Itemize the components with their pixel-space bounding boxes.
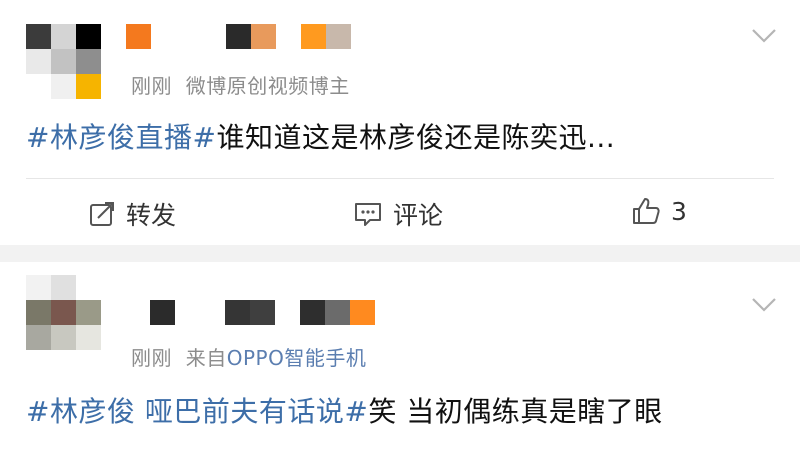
avatar-pixel (51, 49, 76, 74)
name-pixel (226, 24, 251, 49)
user-avatar[interactable] (26, 24, 101, 99)
avatar-pixel (76, 74, 101, 99)
name-pixel (175, 300, 200, 325)
name-pixel (275, 300, 300, 325)
post-content: #林彦俊直播#谁知道这是林彦俊还是陈奕迅... (26, 116, 615, 156)
avatar-pixel (76, 325, 101, 350)
avatar-pixel (51, 24, 76, 49)
name-pixel (325, 300, 350, 325)
weibo-post-1: 刚刚 微博原创视频博主 #林彦俊直播#谁知道这是林彦俊还是陈奕迅... 转发 评… (0, 0, 800, 245)
chevron-down-icon[interactable] (751, 297, 777, 313)
post-meta: 刚刚 来自OPPO智能手机 (131, 342, 366, 371)
chevron-down-icon[interactable] (751, 28, 777, 44)
name-pixel (250, 300, 275, 325)
avatar-pixel (26, 275, 51, 300)
divider (26, 178, 774, 179)
post-time: 刚刚 (131, 74, 172, 98)
avatar-pixel (51, 275, 76, 300)
name-pixel (225, 300, 250, 325)
repost-icon (90, 202, 114, 226)
name-pixel (126, 24, 151, 49)
name-pixel (300, 300, 325, 325)
name-pixel (301, 24, 326, 49)
user-avatar[interactable] (26, 275, 101, 350)
name-pixel (276, 24, 301, 49)
avatar-pixel (26, 74, 51, 99)
comment-button[interactable]: 评论 (353, 196, 443, 232)
name-pixel (201, 24, 226, 49)
thumbs-up-icon (633, 198, 660, 224)
weibo-post-2: 刚刚 来自OPPO智能手机 #林彦俊 哑巴前夫有话说#笑 当初偶练真是瞎了眼 (0, 262, 800, 455)
avatar-pixel (26, 300, 51, 325)
topic-hashtag-link[interactable]: #林彦俊 哑巴前夫有话说# (26, 395, 368, 428)
post-separator (0, 245, 800, 262)
avatar-pixel (51, 300, 76, 325)
name-pixel (151, 24, 176, 49)
repost-label: 转发 (126, 201, 177, 230)
name-pixel (150, 300, 175, 325)
name-pixel (176, 24, 201, 49)
avatar-pixel (76, 49, 101, 74)
name-pixel (326, 24, 351, 49)
repost-button[interactable]: 转发 (88, 196, 176, 232)
avatar-pixel (51, 74, 76, 99)
post-source: 微博原创视频博主 (185, 74, 350, 98)
avatar-pixel (51, 325, 76, 350)
name-pixel (350, 300, 375, 325)
comment-icon (355, 203, 381, 226)
avatar-pixel (26, 24, 51, 49)
like-count: 3 (671, 196, 687, 226)
name-pixel (200, 300, 225, 325)
username-redacted[interactable] (150, 300, 375, 325)
avatar-pixel (76, 300, 101, 325)
avatar-pixel (76, 275, 101, 300)
username-redacted[interactable] (126, 24, 351, 49)
topic-hashtag-link[interactable]: #林彦俊直播# (26, 121, 216, 154)
like-button[interactable]: 3 (631, 196, 687, 226)
post-content: #林彦俊 哑巴前夫有话说#笑 当初偶练真是瞎了眼 (26, 390, 663, 430)
post-text: 谁知道这是林彦俊还是陈奕迅... (216, 121, 616, 154)
name-pixel (251, 24, 276, 49)
post-source-prefix: 来自 (185, 346, 227, 370)
post-text: 笑 当初偶练真是瞎了眼 (368, 395, 663, 428)
avatar-pixel (76, 24, 101, 49)
post-meta: 刚刚 微博原创视频博主 (131, 70, 350, 99)
avatar-pixel (26, 325, 51, 350)
avatar-pixel (26, 49, 51, 74)
comment-label: 评论 (393, 201, 444, 230)
post-source-link[interactable]: OPPO智能手机 (227, 346, 367, 370)
post-time: 刚刚 (131, 346, 172, 370)
